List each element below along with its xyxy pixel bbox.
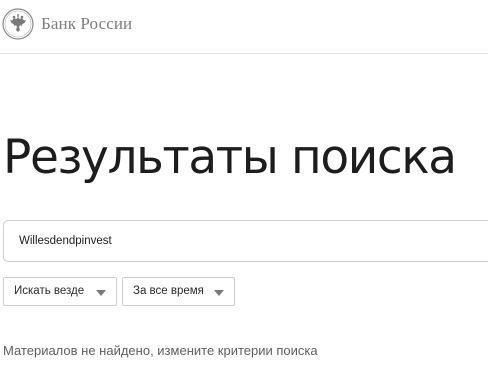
search-period-select[interactable]: За все время xyxy=(122,277,235,306)
page-title: Результаты поиска xyxy=(3,130,457,185)
double-headed-eagle-icon xyxy=(2,8,34,40)
chevron-down-icon xyxy=(214,290,224,296)
bank-logo-link[interactable]: Банк России xyxy=(2,8,132,40)
logo-text: Банк России xyxy=(41,14,133,33)
chevron-down-icon xyxy=(96,290,106,296)
search-box[interactable] xyxy=(3,220,488,262)
search-period-label: За все время xyxy=(133,285,204,297)
search-input[interactable] xyxy=(19,221,479,261)
no-results-message: Материалов не найдено, измените критерии… xyxy=(3,343,318,358)
site-header: Банк России xyxy=(0,0,488,54)
search-scope-select[interactable]: Искать везде xyxy=(3,277,117,306)
search-scope-label: Искать везде xyxy=(14,285,85,297)
search-results-page: Банк России Результаты поиска Искать вез… xyxy=(0,0,488,367)
